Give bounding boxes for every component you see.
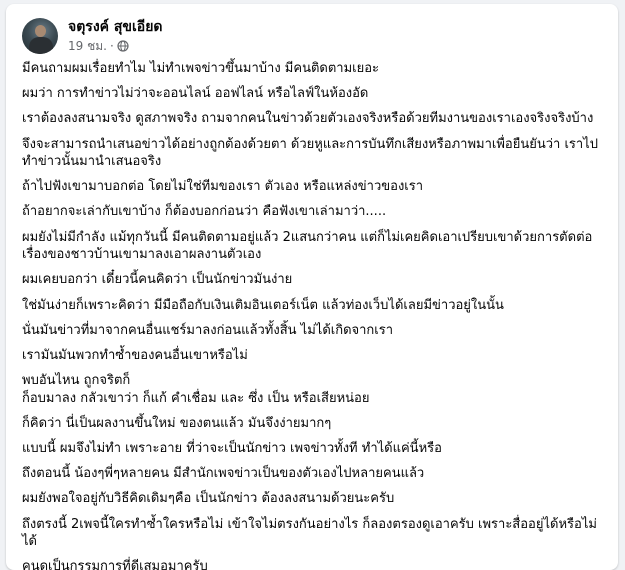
avatar-body [29, 37, 53, 54]
post-paragraph: คนดูเป็นกรรมการที่ดีเสมอมาครับ [22, 559, 208, 570]
post-paragraph: ถ้าไปฟังเขามาบอกต่อ โดยไม่ใช่ทีมของเรา ต… [22, 179, 424, 195]
globe-icon[interactable] [117, 40, 129, 52]
post-meta: 19 ชม. · [68, 38, 163, 54]
post-paragraph: เรามันมันพวกทำซ้ำของคนอื่นเขาหรือไม่ [22, 347, 248, 363]
post-header: จตุรงค์ สุขเอียด 19 ชม. · [22, 16, 163, 56]
post-paragraph: เราต้องลงสนามจริง ดูสภาพจริง ถามจากคนในข… [22, 111, 594, 127]
post-paragraph: ถ้าอยากจะเล่ากับเขาบ้าง ก็ต้องบอกก่อนว่า… [22, 204, 387, 220]
post-paragraph: ผมเคยบอกว่า เดี๋ยวนี้คนคิดว่า เป็นนักข่า… [22, 272, 293, 288]
post-paragraph: ผมยังไม่มีกำลัง แม้ทุกวันนี้ มีคนติดตามอ… [22, 229, 593, 263]
post-paragraph: ถึงตอนนี้ น้องๆพี่ๆหลายคน มีสำนักเพจข่าว… [22, 466, 425, 482]
post-paragraph: ใช่มันง่ายก็เพราะคิดว่า มีมือถือกับเงินเ… [22, 297, 504, 313]
post-paragraph: แบบนี้ ผมจึงไม่ทำ เพราะอาย ที่ว่าจะเป็นน… [22, 440, 442, 456]
post-paragraph: ก็คิดว่า นี่เป็นผลงานขึ้นใหม่ ของตนแล้ว … [22, 415, 332, 431]
post-paragraph: ผมยังพอใจอยู่กับวิธีคิดเดิมๆคือ เป็นนักข… [22, 491, 395, 507]
author-name[interactable]: จตุรงค์ สุขเอียด [68, 18, 163, 36]
post-paragraph: พบอันไหน ถูกจริตก็ ก็อบมาลง กลัวเขาว่า ก… [22, 373, 370, 406]
post-body: มีคนถามผมเรื่อยทำไม ไม่ทำเพจข่าวขึ้นมาบ้… [22, 60, 608, 570]
post-paragraph: มีคนถามผมเรื่อยทำไม ไม่ทำเพจข่าวขึ้นมาบ้… [22, 61, 380, 76]
avatar[interactable] [22, 18, 58, 54]
post-paragraph: ถึงตรงนี้ 2เพจนี้ใครทำซ้ำใครหรือไม่ เข้า… [22, 516, 597, 550]
post-paragraph: จึงจะสามารถนำเสนอข่าวได้อย่างถูกต้องด้วย… [22, 136, 598, 170]
header-text: จตุรงค์ สุขเอียด 19 ชม. · [68, 18, 163, 54]
post-paragraph: นั่นมันข่าวที่มาจากคนอื่นแชร์มาลงก่อนแล้… [22, 322, 394, 338]
post-paragraph: ผมว่า การทำข่าวไม่ว่าจะออนไลน์ ออฟไลน์ ห… [22, 86, 369, 102]
post-card: จตุรงค์ สุขเอียด 19 ชม. · มีคนถามผมเรื่อ… [6, 4, 618, 570]
post-time[interactable]: 19 ชม. [68, 38, 107, 54]
meta-separator: · [109, 39, 114, 53]
avatar-head [35, 25, 46, 37]
